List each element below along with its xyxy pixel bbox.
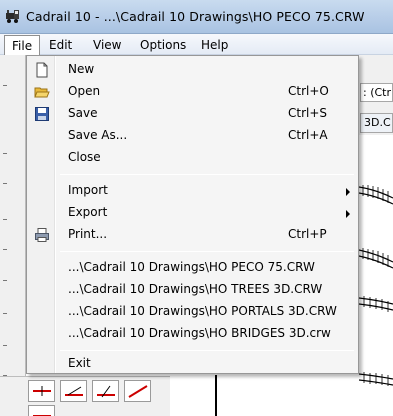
track-tool-curve-button[interactable]	[124, 380, 151, 402]
menu-item-label: ...\Cadrail 10 Drawings\HO BRIDGES 3D.cr…	[68, 326, 331, 340]
menu-item-import[interactable]: Import	[28, 180, 357, 202]
file-menu: New Open Ctrl+O Save Ctrl+S Save As... C…	[26, 55, 359, 374]
printer-icon	[35, 228, 49, 242]
menu-item-new[interactable]: New	[28, 59, 357, 81]
menu-item-label: Export	[68, 205, 108, 219]
file-tab[interactable]: 3D.C	[360, 113, 393, 133]
menu-item-label: Save As...	[68, 128, 128, 142]
menu-item-print[interactable]: Print... Ctrl+P	[28, 224, 357, 246]
menu-item-label: Save	[68, 106, 98, 120]
track-tools-row	[0, 376, 170, 416]
menu-item-close[interactable]: Close	[28, 147, 357, 169]
crossing-icon	[97, 385, 115, 398]
train-icon	[6, 10, 19, 23]
floppy-disk-icon	[35, 107, 49, 121]
layer-field[interactable]: : (Ctrl	[360, 83, 393, 102]
menu-item-label: New	[68, 62, 95, 76]
menu-item-label: Print...	[68, 227, 108, 241]
straight-track-icon	[33, 386, 51, 396]
track-tool-crossing-button[interactable]	[92, 380, 119, 402]
menu-file[interactable]: File	[4, 35, 41, 55]
track-piece-icon	[33, 415, 51, 416]
menu-item-label: Open	[68, 84, 101, 98]
track-tool-turnout-button[interactable]	[60, 380, 87, 402]
shortcut-label: Ctrl+A	[288, 128, 328, 142]
menu-item-export[interactable]: Export	[28, 202, 357, 224]
menu-item-label: ...\Cadrail 10 Drawings\HO PECO 75.CRW	[68, 260, 315, 274]
recent-file-3[interactable]: ...\Cadrail 10 Drawings\HO PORTALS 3D.CR…	[28, 301, 357, 323]
menu-bar: File Edit View Options Help	[0, 34, 393, 55]
shortcut-label: Ctrl+O	[288, 84, 329, 98]
menu-item-label: Import	[68, 183, 108, 197]
shortcut-label: Ctrl+S	[288, 106, 328, 120]
menu-item-label: Close	[68, 150, 101, 164]
open-folder-icon	[34, 87, 50, 98]
turnout-icon	[65, 386, 83, 396]
shortcut-label: Ctrl+P	[288, 227, 327, 241]
menu-options[interactable]: Options	[133, 36, 193, 54]
submenu-arrow-icon	[346, 210, 350, 218]
track-tool-extra-button[interactable]	[28, 405, 55, 416]
menu-help[interactable]: Help	[194, 36, 235, 54]
menu-item-label: Exit	[68, 356, 91, 370]
menu-item-exit[interactable]: Exit	[28, 353, 357, 375]
menu-item-save[interactable]: Save Ctrl+S	[28, 103, 357, 125]
recent-file-4[interactable]: ...\Cadrail 10 Drawings\HO BRIDGES 3D.cr…	[28, 323, 357, 345]
recent-file-2[interactable]: ...\Cadrail 10 Drawings\HO TREES 3D.CRW	[28, 279, 357, 301]
menu-item-label: ...\Cadrail 10 Drawings\HO TREES 3D.CRW	[68, 282, 323, 296]
menu-edit[interactable]: Edit	[42, 36, 79, 54]
title-bar: Cadrail 10 - ...\Cadrail 10 Drawings\HO …	[0, 0, 393, 34]
left-toolbar	[0, 55, 26, 416]
app-window: Cadrail 10 - ...\Cadrail 10 Drawings\HO …	[0, 0, 393, 416]
menu-view[interactable]: View	[86, 36, 128, 54]
menu-separator	[60, 350, 354, 351]
recent-file-1[interactable]: ...\Cadrail 10 Drawings\HO PECO 75.CRW	[28, 257, 357, 279]
menu-item-save-as[interactable]: Save As... Ctrl+A	[28, 125, 357, 147]
submenu-arrow-icon	[346, 188, 350, 196]
menu-separator	[60, 251, 354, 252]
menu-item-open[interactable]: Open Ctrl+O	[28, 81, 357, 103]
window-title: Cadrail 10 - ...\Cadrail 10 Drawings\HO …	[26, 9, 365, 24]
curve-track-icon	[128, 385, 148, 398]
menu-separator	[60, 174, 354, 175]
menu-item-label: ...\Cadrail 10 Drawings\HO PORTALS 3D.CR…	[68, 304, 337, 318]
new-document-icon	[36, 62, 48, 78]
track-tool-straight-button[interactable]	[28, 380, 55, 402]
